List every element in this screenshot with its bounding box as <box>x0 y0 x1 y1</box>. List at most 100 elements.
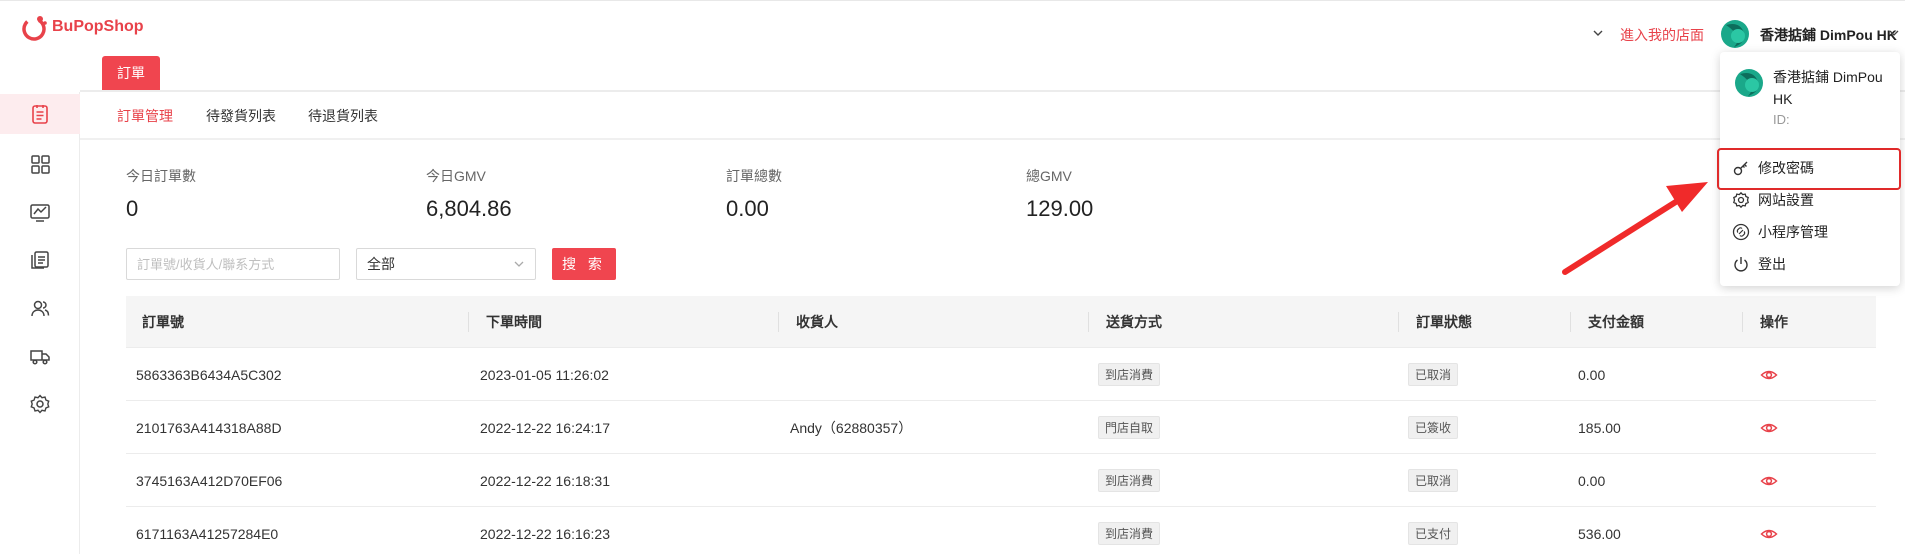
delivery-tag: 到店消費 <box>1098 522 1161 545</box>
main-content: 訂單管理 待發貨列表 待退貨列表 今日訂單數 0 今日GMV 6,804.86 … <box>80 92 1905 554</box>
stat-value: 129.00 <box>1026 196 1094 221</box>
order-time: 2023-01-05 11:26:02 <box>480 366 609 383</box>
table-row: 5863363B6434A5C302 2023-01-05 11:26:02 到… <box>126 348 1876 401</box>
amount: 536.00 <box>1578 525 1621 542</box>
logo-text: BuPopShop <box>52 18 144 35</box>
column-header: 送貨方式 <box>1106 314 1162 330</box>
avatar[interactable] <box>1720 19 1750 49</box>
column-header: 訂單號 <box>142 314 184 330</box>
column-separator <box>778 312 779 332</box>
chevron-down-icon[interactable] <box>1590 25 1606 41</box>
order-number: 2101763A414318A88D <box>136 419 282 436</box>
stat-label: 訂單總數 <box>726 168 782 184</box>
menu-item-label: 网站設置 <box>1758 192 1814 208</box>
column-header: 訂單狀態 <box>1416 314 1472 330</box>
column-header: 操作 <box>1760 314 1788 330</box>
chevron-down-icon <box>514 261 524 267</box>
sidebar-item-orders[interactable] <box>0 94 80 134</box>
order-time: 2022-12-22 16:24:17 <box>480 419 610 436</box>
view-eye-icon[interactable] <box>1760 419 1778 437</box>
delivery-tag: 門店自取 <box>1098 416 1161 439</box>
delivery-truck-icon <box>30 350 50 365</box>
column-separator <box>1398 312 1399 332</box>
order-number: 3745163A412D70EF06 <box>136 472 283 489</box>
user-chevron-down-icon[interactable] <box>1888 27 1900 39</box>
menu-item-label: 登出 <box>1758 256 1786 272</box>
stat-value: 6,804.86 <box>426 196 512 221</box>
sidebar-item-delivery[interactable] <box>0 336 80 376</box>
stat-value: 0 <box>126 196 139 221</box>
delivery-tag: 到店消費 <box>1098 363 1161 386</box>
menu-item-label: 小程序管理 <box>1758 224 1828 240</box>
subtab-order-management[interactable]: 訂單管理 <box>117 106 173 126</box>
status-badge: 已取消 <box>1408 363 1459 386</box>
stat-total-gmv: 總GMV 129.00 <box>1026 166 1093 222</box>
amount: 0.00 <box>1578 366 1606 383</box>
column-separator <box>1570 312 1571 332</box>
top-header: BuPopShop 進入我的店面 香港掂鋪 DimPou HK <box>0 0 1905 56</box>
order-number: 5863363B6434A5C302 <box>136 366 282 383</box>
table-row: 2101763A414318A88D 2022-12-22 16:24:17 A… <box>126 401 1876 454</box>
table-row: 3745163A412D70EF06 2022-12-22 16:18:31 到… <box>126 454 1876 507</box>
view-eye-icon[interactable] <box>1760 366 1778 384</box>
sidebar-item-settings[interactable] <box>0 384 80 424</box>
tab-orders[interactable]: 訂單 <box>102 56 160 90</box>
grid-apps-icon <box>31 155 50 174</box>
subtab-pending-return[interactable]: 待退貨列表 <box>308 106 378 126</box>
orders-table: 訂單號 下單時間 收貨人 送貨方式 訂單狀態 支付金額 操作 5863363B6… <box>126 296 1876 554</box>
sidebar-item-apps[interactable] <box>0 144 80 184</box>
enter-store-link[interactable]: 進入我的店面 <box>1620 25 1704 45</box>
menu-item-mini-program[interactable]: 小程序管理 <box>1732 218 1892 246</box>
subtabs: 訂單管理 待發貨列表 待退貨列表 <box>80 92 1905 138</box>
column-separator <box>468 312 469 332</box>
users-icon <box>31 300 50 317</box>
header-username[interactable]: 香港掂鋪 DimPou HK <box>1760 25 1897 45</box>
delivery-tag: 到店消費 <box>1098 469 1161 492</box>
power-icon <box>1734 257 1748 272</box>
sidebar-item-users[interactable] <box>0 288 80 328</box>
view-eye-icon[interactable] <box>1760 472 1778 490</box>
order-number: 6171163A41257284E0 <box>136 525 279 542</box>
column-separator <box>1742 312 1743 332</box>
order-time: 2022-12-22 16:16:23 <box>480 525 610 542</box>
status-select[interactable]: 全部 <box>356 248 536 280</box>
select-value: 全部 <box>367 256 395 272</box>
stat-today-gmv: 今日GMV 6,804.86 <box>426 166 512 222</box>
sidebar-item-documents[interactable] <box>0 240 80 280</box>
table-row: 6171163A41257284E0 2022-12-22 16:16:23 到… <box>126 507 1876 554</box>
menu-item-logout[interactable]: 登出 <box>1732 250 1892 278</box>
sidebar-item-analytics[interactable] <box>0 192 80 232</box>
order-list-icon <box>32 105 48 124</box>
link-icon <box>1732 223 1750 241</box>
stat-label: 今日訂單數 <box>126 168 196 184</box>
column-header: 收貨人 <box>796 314 838 330</box>
stat-today-orders: 今日訂單數 0 <box>126 166 196 222</box>
highlight-box <box>1717 148 1901 190</box>
subtab-pending-shipment[interactable]: 待發貨列表 <box>206 106 276 126</box>
receiver: Andy（62880357） <box>790 419 913 436</box>
orders-panel: 今日訂單數 0 今日GMV 6,804.86 訂單總數 0.00 總GMV 12… <box>80 140 1905 554</box>
gear-icon <box>1733 191 1749 209</box>
logo-icon <box>22 16 47 41</box>
status-badge: 已簽收 <box>1408 416 1459 439</box>
stat-value: 0.00 <box>726 196 769 221</box>
gear-icon <box>30 394 50 414</box>
sidebar <box>0 92 80 554</box>
table-header: 訂單號 下單時間 收貨人 送貨方式 訂單狀態 支付金額 操作 <box>126 296 1876 348</box>
column-header: 下單時間 <box>486 314 542 330</box>
menu-item-site-settings[interactable]: 网站設置 <box>1732 186 1892 214</box>
dropdown-user-id: ID: <box>1773 112 1790 127</box>
documents-icon <box>31 251 49 269</box>
logo[interactable]: BuPopShop <box>20 13 144 41</box>
column-separator <box>1088 312 1089 332</box>
chart-monitor-icon <box>30 204 50 222</box>
search-input[interactable] <box>126 248 340 280</box>
search-button[interactable]: 搜 索 <box>552 248 616 280</box>
stat-label: 總GMV <box>1026 168 1072 184</box>
status-badge: 已取消 <box>1408 469 1459 492</box>
amount: 185.00 <box>1578 419 1621 436</box>
order-time: 2022-12-22 16:18:31 <box>480 472 610 489</box>
view-eye-icon[interactable] <box>1760 525 1778 543</box>
stat-label: 今日GMV <box>426 168 486 184</box>
column-header: 支付金額 <box>1588 314 1644 330</box>
